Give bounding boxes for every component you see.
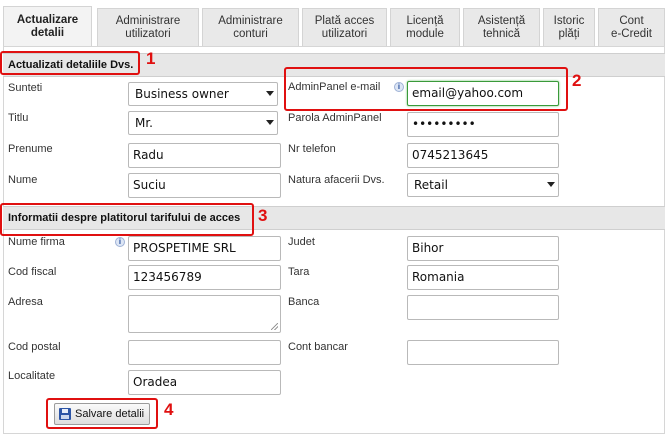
natura-afacerii-label: Natura afacerii Dvs. (288, 174, 385, 186)
cod-postal-field[interactable] (128, 340, 281, 365)
annotation-box-3 (0, 203, 254, 236)
localitate-field[interactable]: Oradea (128, 370, 281, 395)
sunteti-label: Sunteti (8, 82, 43, 94)
nume-firma-field[interactable]: PROSPETIME SRL (128, 236, 281, 261)
parola-field[interactable]: ••••••••• (407, 112, 559, 137)
judet-field[interactable]: Bihor (407, 236, 559, 261)
cont-bancar-label: Cont bancar (288, 341, 348, 353)
annotation-box-1 (0, 51, 140, 75)
tab-actualizare-detalii[interactable]: Actualizare detalii (3, 6, 92, 46)
telefon-field[interactable]: 0745213645 (407, 143, 559, 168)
sunteti-select[interactable]: Business owner (128, 82, 278, 106)
chevron-down-icon (266, 120, 274, 125)
cod-postal-label: Cod postal (8, 341, 61, 353)
judet-label: Judet (288, 236, 315, 248)
tab-istoric-plati[interactable]: Istoric plăți (543, 8, 595, 46)
prenume-label: Prenume (8, 143, 53, 155)
resize-handle-icon[interactable] (271, 323, 278, 330)
tab-bar: Actualizare detalii Administrare utiliza… (0, 0, 667, 48)
annotation-box-2 (284, 67, 568, 111)
tab-asistenta-tehnica[interactable]: Asistență tehnică (463, 8, 540, 46)
titlu-select[interactable]: Mr. (128, 111, 278, 135)
banca-field[interactable] (407, 295, 559, 320)
chevron-down-icon (266, 91, 274, 96)
cont-bancar-field[interactable] (407, 340, 559, 365)
telefon-label: Nr telefon (288, 143, 336, 155)
tara-label: Tara (288, 266, 310, 278)
info-icon[interactable]: i (115, 237, 125, 247)
annotation-box-4 (46, 398, 158, 429)
tab-plata-acces-utilizatori[interactable]: Plată acces utilizatori (302, 8, 387, 46)
titlu-label: Titlu (8, 112, 29, 124)
annotation-number-1: 1 (146, 49, 156, 68)
natura-afacerii-select[interactable]: Retail (407, 173, 559, 197)
cod-fiscal-field[interactable]: 123456789 (128, 265, 281, 290)
banca-label: Banca (288, 296, 320, 308)
cod-fiscal-label: Cod fiscal (8, 266, 57, 278)
prenume-field[interactable]: Radu (128, 143, 281, 168)
localitate-label: Localitate (8, 370, 56, 382)
parola-label: Parola AdminPanel (288, 112, 382, 124)
tab-licenta-module[interactable]: Licență module (390, 8, 460, 46)
tab-administrare-utilizatori[interactable]: Administrare utilizatori (97, 8, 199, 46)
nume-firma-label: Nume firma (8, 236, 65, 248)
nume-field[interactable]: Suciu (128, 173, 281, 198)
tab-administrare-conturi[interactable]: Administrare conturi (202, 8, 299, 46)
adresa-label: Adresa (8, 296, 43, 308)
nume-label: Nume (8, 174, 38, 186)
annotation-number-4: 4 (164, 400, 174, 419)
tara-field[interactable]: Romania (407, 265, 559, 290)
annotation-number-3: 3 (258, 206, 268, 225)
adresa-field[interactable] (128, 295, 281, 333)
chevron-down-icon (547, 182, 555, 187)
tab-cont-e-credit[interactable]: Cont e-Credit (598, 8, 665, 46)
annotation-number-2: 2 (572, 71, 582, 90)
